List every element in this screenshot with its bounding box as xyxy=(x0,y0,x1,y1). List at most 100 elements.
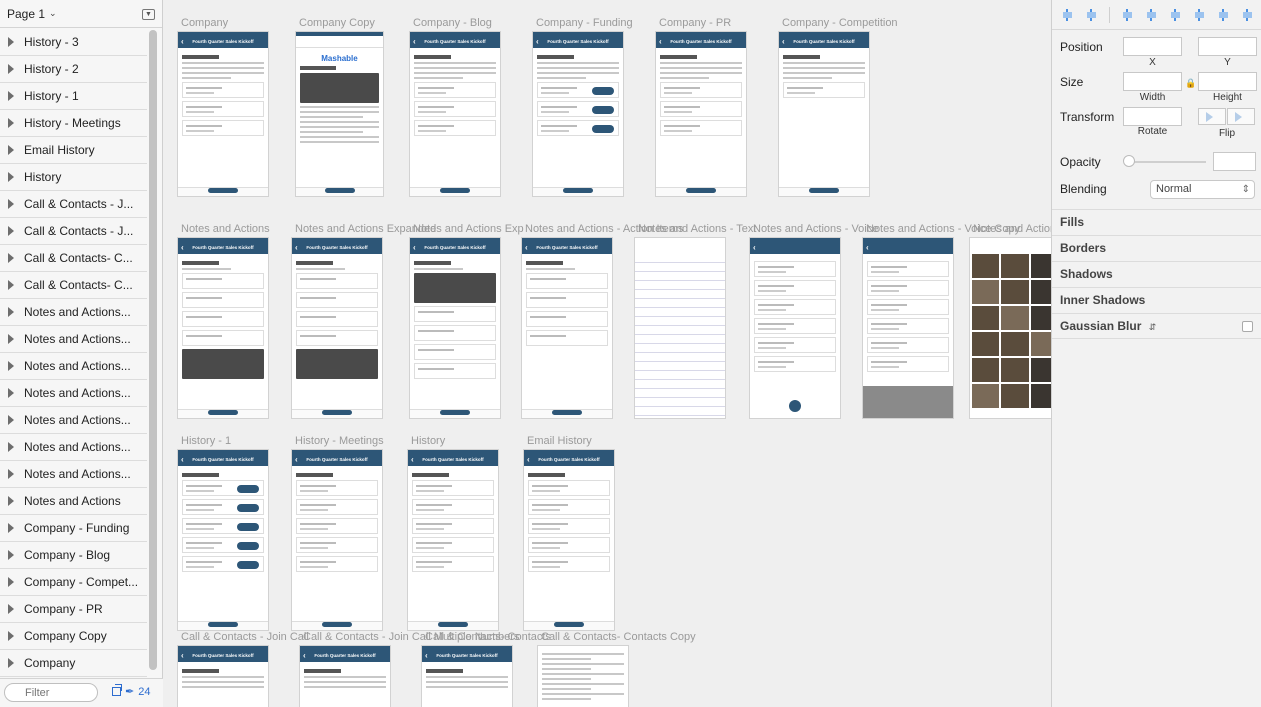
artboard-preview[interactable] xyxy=(970,238,1051,418)
height-input[interactable] xyxy=(1198,72,1257,91)
shadows-section[interactable]: Shadows xyxy=(1052,261,1261,287)
disclosure-triangle-icon[interactable] xyxy=(8,253,14,263)
disclosure-triangle-icon[interactable] xyxy=(8,37,14,47)
artboard-title[interactable]: History - 1 xyxy=(181,435,231,447)
layer-item[interactable]: History - 3 xyxy=(0,29,147,56)
artboard-title[interactable]: Notes and Actions - Text xyxy=(638,223,756,235)
opacity-slider-knob[interactable] xyxy=(1123,155,1135,167)
brush-icon[interactable]: ✒ xyxy=(125,685,134,698)
artboard-title[interactable]: Call & Contacts- Contacts xyxy=(425,631,551,643)
layer-item[interactable]: Company xyxy=(0,650,147,677)
rotate-input[interactable] xyxy=(1123,107,1182,126)
y-position-input[interactable] xyxy=(1198,37,1257,56)
disclosure-triangle-icon[interactable] xyxy=(8,604,14,614)
layer-item[interactable]: Call & Contacts- C... xyxy=(0,245,147,272)
layers-scrollbar[interactable] xyxy=(149,30,157,670)
artboard-preview[interactable]: Fourth Quarter Sales Kickoff xyxy=(178,32,268,196)
artboard-preview[interactable]: Fourth Quarter Sales Kickoff xyxy=(178,238,268,418)
disclosure-triangle-icon[interactable] xyxy=(8,388,14,398)
layer-item[interactable]: Call & Contacts- C... xyxy=(0,272,147,299)
disclosure-triangle-icon[interactable] xyxy=(8,172,14,182)
chevron-updown-icon[interactable]: ⇵ xyxy=(1149,322,1157,332)
align-center-icon[interactable] xyxy=(1145,8,1158,21)
artboard-title[interactable]: Email History xyxy=(527,435,592,447)
artboard-preview[interactable]: Fourth Quarter Sales Kickoff xyxy=(410,32,500,196)
artboard-title[interactable]: History - Meetings xyxy=(295,435,384,447)
collapse-pages-icon[interactable]: ▼ xyxy=(142,9,155,20)
opacity-input[interactable] xyxy=(1213,152,1256,171)
layer-item[interactable]: Notes and Actions... xyxy=(0,299,147,326)
x-position-input[interactable] xyxy=(1123,37,1182,56)
artboard-preview[interactable]: Fourth Quarter Sales Kickoff xyxy=(292,450,382,630)
disclosure-triangle-icon[interactable] xyxy=(8,469,14,479)
distribute-vertical-icon[interactable] xyxy=(1085,8,1098,21)
disclosure-triangle-icon[interactable] xyxy=(8,334,14,344)
disclosure-triangle-icon[interactable] xyxy=(8,577,14,587)
layer-item[interactable]: History - Meetings xyxy=(0,110,147,137)
align-top-icon[interactable] xyxy=(1193,8,1206,21)
layer-item[interactable]: History - 2 xyxy=(0,56,147,83)
disclosure-triangle-icon[interactable] xyxy=(8,415,14,425)
artboard-preview[interactable] xyxy=(750,238,840,418)
filter-input[interactable] xyxy=(4,683,98,702)
artboard-title[interactable]: Notes and Actions Exp xyxy=(413,223,524,235)
layer-item[interactable]: Company - Compet... xyxy=(0,569,147,596)
disclosure-triangle-icon[interactable] xyxy=(8,307,14,317)
artboard-preview[interactable] xyxy=(635,238,725,418)
distribute-horizontal-icon[interactable] xyxy=(1061,8,1074,21)
artboard-preview[interactable]: Mashable xyxy=(296,32,383,196)
artboard-preview[interactable] xyxy=(863,238,953,418)
disclosure-triangle-icon[interactable] xyxy=(8,64,14,74)
disclosure-triangle-icon[interactable] xyxy=(8,91,14,101)
layer-item[interactable]: Company - Blog xyxy=(0,542,147,569)
disclosure-triangle-icon[interactable] xyxy=(8,496,14,506)
artboard-filter-icon[interactable] xyxy=(112,684,122,696)
layer-item[interactable]: Company - Funding xyxy=(0,515,147,542)
borders-section[interactable]: Borders xyxy=(1052,235,1261,261)
artboard-title[interactable]: Company - Competition xyxy=(782,17,898,29)
align-right-icon[interactable] xyxy=(1169,8,1182,21)
gaussian-blur-section[interactable]: Gaussian Blur ⇵ xyxy=(1052,313,1261,339)
align-left-icon[interactable] xyxy=(1121,8,1134,21)
artboard-preview[interactable] xyxy=(538,646,628,707)
artboard-preview[interactable]: Fourth Quarter Sales Kickoff xyxy=(408,450,498,630)
artboard-preview[interactable]: Fourth Quarter Sales Kickoff xyxy=(178,450,268,630)
disclosure-triangle-icon[interactable] xyxy=(8,658,14,668)
fills-section[interactable]: Fills xyxy=(1052,209,1261,235)
disclosure-triangle-icon[interactable] xyxy=(8,361,14,371)
artboard-preview[interactable]: Fourth Quarter Sales Kickoff xyxy=(533,32,623,196)
layer-item[interactable]: Notes and Actions xyxy=(0,488,147,515)
layer-item[interactable]: Email History xyxy=(0,137,147,164)
artboard-preview[interactable]: Fourth Quarter Sales Kickoff xyxy=(300,646,390,707)
disclosure-triangle-icon[interactable] xyxy=(8,118,14,128)
artboard-title[interactable]: History xyxy=(411,435,445,447)
disclosure-triangle-icon[interactable] xyxy=(8,442,14,452)
artboard-title[interactable]: Company - PR xyxy=(659,17,731,29)
artboard-preview[interactable]: Fourth Quarter Sales Kickoff xyxy=(524,450,614,630)
artboard-preview[interactable]: Fourth Quarter Sales Kickoff xyxy=(779,32,869,196)
artboard-title[interactable]: Company xyxy=(181,17,228,29)
artboard-title[interactable]: Notes and Actions - Photo xyxy=(973,223,1051,235)
layer-item[interactable]: Call & Contacts - J... xyxy=(0,218,147,245)
layer-item[interactable]: Notes and Actions... xyxy=(0,353,147,380)
artboard-title[interactable]: Company - Funding xyxy=(536,17,633,29)
layer-item[interactable]: Notes and Actions... xyxy=(0,407,147,434)
layer-item[interactable]: Notes and Actions... xyxy=(0,434,147,461)
page-selector[interactable]: Page 1 ⌄ ▼ xyxy=(0,0,162,28)
flip-horizontal-button[interactable] xyxy=(1198,108,1226,125)
layer-item[interactable]: Company Copy xyxy=(0,623,147,650)
layer-item[interactable]: History - 1 xyxy=(0,83,147,110)
layer-item[interactable]: Notes and Actions... xyxy=(0,461,147,488)
disclosure-triangle-icon[interactable] xyxy=(8,631,14,641)
layer-item[interactable]: Notes and Actions... xyxy=(0,380,147,407)
lock-icon[interactable]: 🔒 xyxy=(1185,78,1196,89)
artboard-title[interactable]: Call & Contacts- Contacts Copy xyxy=(541,631,696,643)
blending-select[interactable]: Normal xyxy=(1150,180,1255,199)
disclosure-triangle-icon[interactable] xyxy=(8,226,14,236)
artboard-preview[interactable]: Fourth Quarter Sales Kickoff xyxy=(410,238,500,418)
gaussian-blur-checkbox[interactable] xyxy=(1242,321,1253,332)
width-input[interactable] xyxy=(1123,72,1182,91)
layer-item[interactable]: Notes and Actions... xyxy=(0,326,147,353)
align-middle-icon[interactable] xyxy=(1217,8,1230,21)
inner-shadows-section[interactable]: Inner Shadows xyxy=(1052,287,1261,313)
